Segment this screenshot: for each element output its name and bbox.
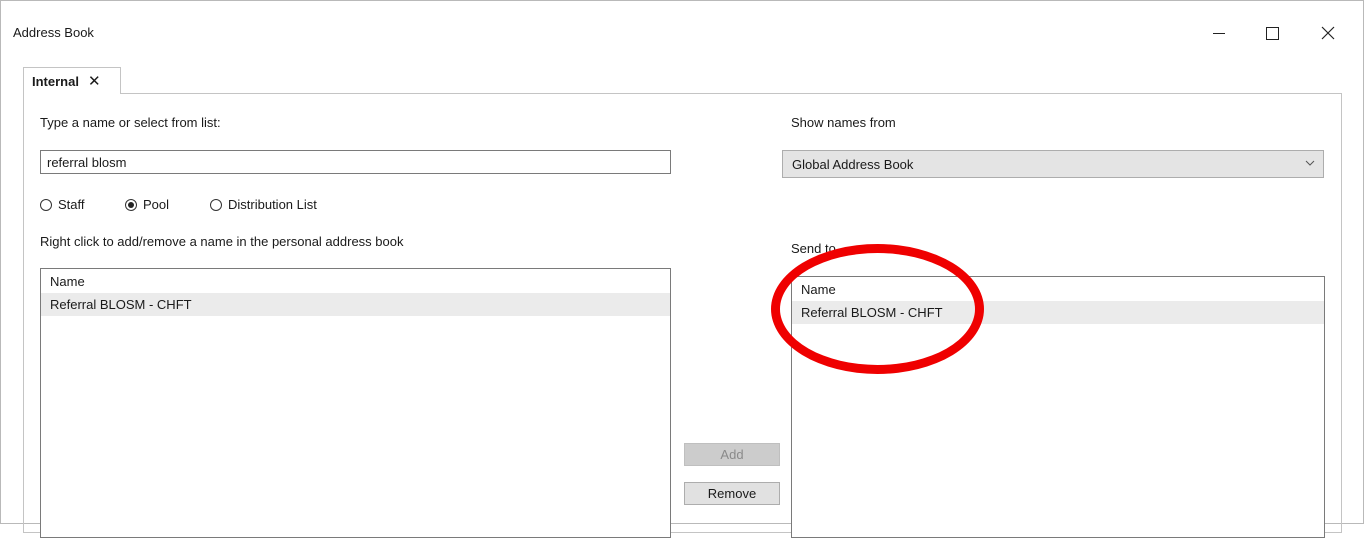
radio-button-icon <box>210 198 222 211</box>
minimize-icon <box>1213 32 1225 34</box>
maximize-icon <box>1265 26 1279 40</box>
send-to-label: Send to <box>791 241 836 256</box>
personal-address-book-hint: Right click to add/remove a name in the … <box>40 234 404 249</box>
search-label: Type a name or select from list: <box>40 115 221 130</box>
address-book-select-value: Global Address Book <box>792 156 914 172</box>
results-list[interactable]: Name Referral BLOSM - CHFT <box>40 268 671 538</box>
radio-staff[interactable]: Staff <box>40 197 85 212</box>
results-column-header-name[interactable]: Name <box>41 269 670 293</box>
window-title: Address Book <box>13 25 94 40</box>
radio-label: Distribution List <box>228 197 317 212</box>
radio-selected-dot <box>128 201 134 208</box>
add-button[interactable]: Add <box>684 443 780 466</box>
radio-label: Pool <box>143 197 170 212</box>
close-button[interactable] <box>1305 15 1351 51</box>
radio-button-icon <box>125 198 137 211</box>
address-book-select[interactable]: Global Address Book <box>782 150 1324 178</box>
list-item[interactable]: Referral BLOSM - CHFT <box>792 301 1324 324</box>
tab-internal[interactable]: Internal ✕ <box>23 67 121 94</box>
radio-label: Staff <box>58 197 85 212</box>
radio-distribution-list[interactable]: Distribution List <box>210 197 317 212</box>
minimize-button[interactable] <box>1196 15 1242 51</box>
radio-button-icon <box>40 198 52 211</box>
tab-label: Internal <box>32 73 79 89</box>
radio-pool[interactable]: Pool <box>125 197 169 212</box>
title-bar: Address Book <box>1 1 1363 59</box>
list-item[interactable]: Referral BLOSM - CHFT <box>41 293 670 316</box>
close-icon <box>1321 26 1335 40</box>
chevron-down-icon <box>1305 160 1315 166</box>
send-to-list[interactable]: Name Referral BLOSM - CHFT <box>791 276 1325 538</box>
send-to-column-header-name[interactable]: Name <box>792 277 1324 301</box>
remove-button[interactable]: Remove <box>684 482 780 505</box>
show-names-from-label: Show names from <box>791 115 896 130</box>
address-book-window: Address Book Internal ✕ Type a name or s… <box>0 0 1364 538</box>
maximize-button[interactable] <box>1249 15 1295 51</box>
tab-close-icon[interactable]: ✕ <box>88 72 101 90</box>
search-input[interactable] <box>40 150 671 174</box>
